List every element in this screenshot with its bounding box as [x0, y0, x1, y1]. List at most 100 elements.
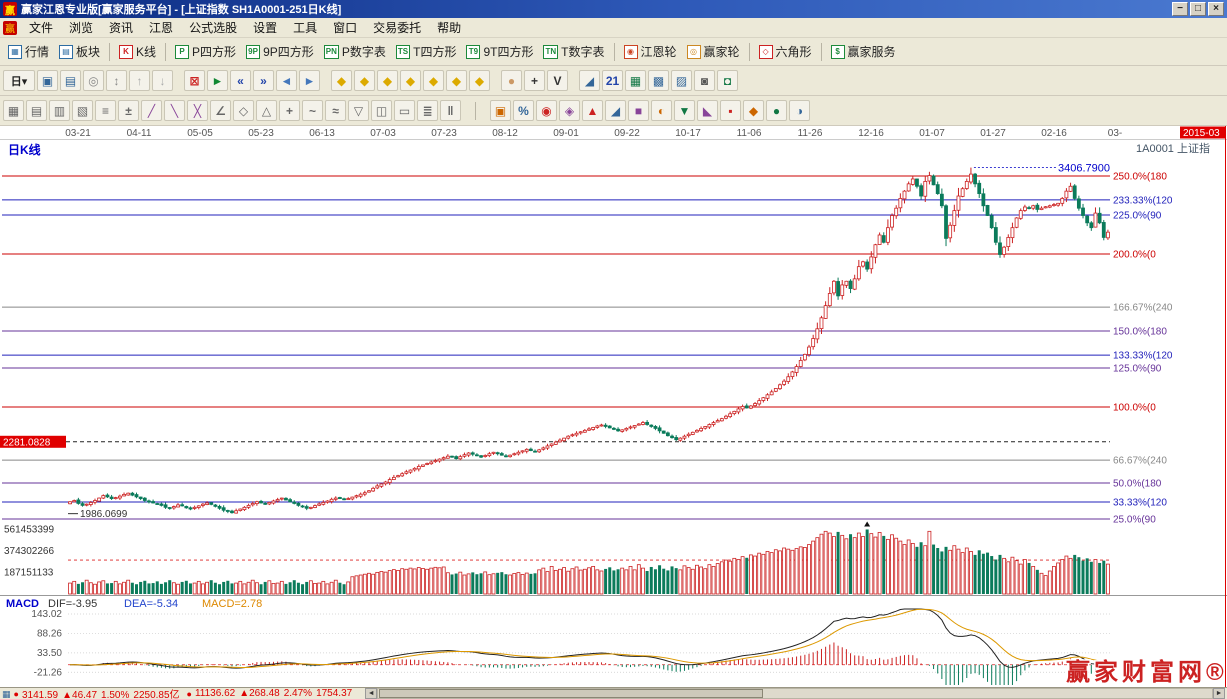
gann-tool-icon-1[interactable]: %	[513, 100, 534, 121]
horizontal-scrollbar[interactable]: ◄ ►	[365, 688, 1225, 699]
minimize-button[interactable]: −	[1172, 2, 1188, 16]
gann-tool-icon-11[interactable]: ◆	[743, 100, 764, 121]
menu-item-5[interactable]: 设置	[245, 20, 285, 36]
region-delete-icon[interactable]: ⊠	[184, 70, 205, 91]
gann-diamond-4-icon[interactable]: ◆	[400, 70, 421, 91]
gann-diamond-3-icon[interactable]: ◆	[377, 70, 398, 91]
gann-diamond-1-icon[interactable]: ◆	[331, 70, 352, 91]
v-angle-icon[interactable]: V	[547, 70, 568, 91]
toolbar-main-button-11[interactable]: ◇六角形	[754, 41, 817, 62]
report-icon[interactable]: ▨	[671, 70, 692, 91]
gann-tool-icon-10[interactable]: ▪	[720, 100, 741, 121]
menu-item-9[interactable]: 帮助	[429, 20, 469, 36]
gann-tool-icon-8[interactable]: ▼	[674, 100, 695, 121]
sh-index-quote[interactable]: 3141.59▲46.471.50%2250.85亿	[22, 686, 184, 699]
draw-tool-icon-15[interactable]: ▽	[348, 100, 369, 121]
period-day-dropdown[interactable]: 日▾	[3, 70, 35, 91]
gann-tool-icon-9[interactable]: ◣	[697, 100, 718, 121]
step-back-icon[interactable]: ◄	[276, 70, 297, 91]
target-icon[interactable]: ◎	[83, 70, 104, 91]
vertical-scale-icon[interactable]: ↕	[106, 70, 127, 91]
gann-tool-icon-3[interactable]: ◈	[559, 100, 580, 121]
sz-index-quote[interactable]: 11136.62▲268.482.47%1754.37	[195, 688, 356, 699]
draw-tool-icon-2[interactable]: ▥	[49, 100, 70, 121]
draw-tool-icon-11[interactable]: △	[256, 100, 277, 121]
gann-tool-icon-0[interactable]: ▣	[490, 100, 511, 121]
menu-item-7[interactable]: 窗口	[325, 20, 365, 36]
toolbar-main-button-1[interactable]: ▤板块	[54, 41, 105, 62]
toolbar-main-button-2[interactable]: KK线	[114, 41, 161, 62]
draw-tool-icon-12[interactable]: +	[279, 100, 300, 121]
draw-tool-icon-13[interactable]: ~	[302, 100, 323, 121]
scroll-left-icon[interactable]: ◄	[365, 688, 377, 699]
draw-tool-icon-6[interactable]: ╱	[141, 100, 162, 121]
window-layout-icon[interactable]: ▣	[37, 70, 58, 91]
draw-tool-icon-8[interactable]: ╳	[187, 100, 208, 121]
gann-tool-icon-4[interactable]: ▲	[582, 100, 603, 121]
menu-item-2[interactable]: 资讯	[101, 20, 141, 36]
gann-diamond-7-icon[interactable]: ◆	[469, 70, 490, 91]
gann-diamond-5-icon[interactable]: ◆	[423, 70, 444, 91]
quote-grid-icon[interactable]: ▦	[2, 689, 11, 699]
kline-chart-svg[interactable]: 03-2104-1105-0505-2306-1307-0307-2308-12…	[0, 126, 1227, 687]
menu-item-8[interactable]: 交易委托	[365, 20, 429, 36]
toolbar-main-button-3[interactable]: PP四方形	[170, 41, 241, 62]
draw-tool-icon-9[interactable]: ∠	[210, 100, 231, 121]
zoom-out-icon[interactable]: ↓	[152, 70, 173, 91]
gann-diamond-2-icon[interactable]: ◆	[354, 70, 375, 91]
menu-item-1[interactable]: 浏览	[61, 20, 101, 36]
toolbar-main-button-7[interactable]: T99T四方形	[461, 41, 538, 62]
draw-tool-icon-16[interactable]: ◫	[371, 100, 392, 121]
toolbar-main-button-0[interactable]: ▦行情	[3, 41, 54, 62]
skip-start-icon[interactable]: «	[230, 70, 251, 91]
hand-drag-icon[interactable]: ●	[501, 70, 522, 91]
panel-icon[interactable]: ▩	[648, 70, 669, 91]
menu-item-6[interactable]: 工具	[285, 20, 325, 36]
draw-tool-icon-19[interactable]: ‖	[440, 100, 461, 121]
menu-item-4[interactable]: 公式选股	[181, 20, 245, 36]
gann-tool-icon-12[interactable]: ●	[766, 100, 787, 121]
gann-tool-icon-6[interactable]: ■	[628, 100, 649, 121]
draw-tool-icon-10[interactable]: ◇	[233, 100, 254, 121]
trend-chart-icon[interactable]: ◢	[579, 70, 600, 91]
gann-diamond-6-icon[interactable]: ◆	[446, 70, 467, 91]
toolbar-main-button-12[interactable]: $赢家服务	[826, 41, 901, 62]
draw-tool-icon-5[interactable]: ±	[118, 100, 139, 121]
scrollbar-thumb[interactable]	[379, 689, 763, 698]
draw-tool-icon-0[interactable]: ▦	[3, 100, 24, 121]
toolbar-main-button-4[interactable]: 9P9P四方形	[241, 41, 319, 62]
draw-tool-icon-17[interactable]: ▭	[394, 100, 415, 121]
gann-tool-icon-2[interactable]: ◉	[536, 100, 557, 121]
draw-tool-icon-18[interactable]: ≣	[417, 100, 438, 121]
menu-item-3[interactable]: 江恩	[141, 20, 181, 36]
draw-tool-icon-7[interactable]: ╲	[164, 100, 185, 121]
close-button[interactable]: ×	[1208, 2, 1224, 16]
maximize-button[interactable]: □	[1190, 2, 1206, 16]
draw-tool-icon-4[interactable]: ≡	[95, 100, 116, 121]
toolbar-main-button-5[interactable]: PNP数字表	[319, 41, 391, 62]
scroll-right-icon[interactable]: ►	[1213, 688, 1225, 699]
toolbar-main-button-6[interactable]: TST四方形	[391, 41, 462, 62]
menu-item-0[interactable]: 文件	[21, 20, 61, 36]
zoom-in-icon[interactable]: ↑	[129, 70, 150, 91]
step-forward-icon[interactable]: ►	[299, 70, 320, 91]
database-icon[interactable]: ◙	[694, 70, 715, 91]
draw-tool-icon-3[interactable]: ▧	[72, 100, 93, 121]
calendar-21-icon[interactable]: 21	[602, 70, 623, 91]
gann-tool-icon-5[interactable]: ◢	[605, 100, 626, 121]
toolbar-main-button-9[interactable]: ◉江恩轮	[619, 41, 682, 62]
draw-tool-icon-1[interactable]: ▤	[26, 100, 47, 121]
gann-tool-icon-13[interactable]: ◑	[789, 100, 810, 121]
board-icon[interactable]: ▤	[60, 70, 81, 91]
refresh-icon[interactable]: ◘	[717, 70, 738, 91]
crosshair-icon[interactable]: +	[524, 70, 545, 91]
toolbar-main-button-10[interactable]: ◎赢家轮	[682, 41, 745, 62]
scrollbar-track[interactable]	[377, 688, 1213, 699]
grid-chart-icon[interactable]: ▦	[625, 70, 646, 91]
draw-tool-icon-14[interactable]: ≈	[325, 100, 346, 121]
skip-end-icon[interactable]: »	[253, 70, 274, 91]
chart-area[interactable]: 03-2104-1105-0505-2306-1307-0307-2308-12…	[0, 126, 1227, 687]
gann-tool-icon-7[interactable]: ◐	[651, 100, 672, 121]
play-icon[interactable]: ►	[207, 70, 228, 91]
toolbar-main-button-8[interactable]: TNT数字表	[538, 41, 609, 62]
